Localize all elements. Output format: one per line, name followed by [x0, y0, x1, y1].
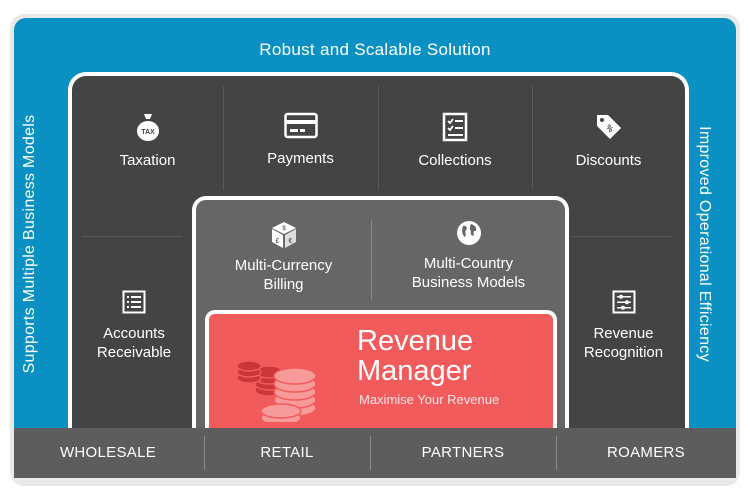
left-banner-label: Supports Multiple Business Models	[21, 114, 38, 374]
tax-bag-icon: TAX	[136, 114, 159, 141]
svg-text:€: €	[288, 238, 292, 245]
country-line2: Business Models	[411, 274, 526, 291]
right-banner-label: Improved Operational Efficiency	[696, 126, 713, 362]
segment-partners: PARTNERS	[421, 444, 505, 461]
segment-retail: RETAIL	[260, 444, 314, 461]
currency-line1: Multi-Currency	[234, 257, 333, 274]
core-title-line1: Revenue	[357, 325, 474, 357]
segment-roamers: ROAMERS	[607, 444, 685, 461]
module-discounts-label: Discounts	[575, 152, 642, 169]
module-taxation-label: Taxation	[119, 152, 176, 169]
accounts-line1: Accounts	[103, 325, 165, 342]
recognition-line1: Revenue	[593, 325, 654, 342]
checklist-icon	[442, 112, 468, 142]
module-collections-label: Collections	[418, 152, 492, 169]
module-taxation: TAX Taxation	[72, 112, 223, 169]
segment-wholesale: WHOLESALE	[59, 444, 157, 461]
module-revenue-recognition: Revenue Recognition	[562, 290, 685, 362]
module-payments-label: Payments	[267, 150, 334, 167]
segment-bar: WHOLESALE RETAIL PARTNERS ROAMERS	[14, 428, 736, 478]
currency-cube-icon: $ £ €	[271, 222, 296, 248]
revenue-manager-title: Revenue Manager	[357, 326, 473, 386]
core-title-line2: Manager	[357, 355, 472, 387]
divider	[82, 236, 182, 237]
accounts-line2: Receivable	[96, 344, 172, 361]
module-accounts-receivable: Accounts Receivable	[72, 290, 196, 362]
credit-card-icon	[283, 112, 318, 139]
globe-icon	[456, 221, 481, 245]
currency-line2: Billing	[263, 276, 304, 293]
coin-stacks-icon	[236, 360, 317, 422]
svg-text:£: £	[275, 238, 279, 245]
recognition-line2: Recognition	[583, 344, 664, 361]
module-collections: Collections	[378, 112, 532, 169]
list-icon	[122, 290, 146, 314]
price-tag-icon: %	[596, 115, 621, 139]
module-multi-country: Multi-Country Business Models	[372, 220, 565, 292]
tax-icon-label: TAX	[141, 129, 155, 136]
divider	[572, 236, 672, 237]
sliders-icon	[612, 290, 635, 314]
revenue-manager-core: Revenue Manager Maximise Your Revenue	[205, 310, 557, 434]
country-line1: Multi-Country	[423, 255, 514, 272]
module-payments: Payments	[223, 112, 378, 167]
module-discounts: % Discounts	[532, 112, 685, 169]
top-banner-title: Robust and Scalable Solution	[259, 40, 491, 59]
module-multi-currency: $ £ € Multi-Currency Billing	[196, 220, 371, 294]
revenue-manager-tagline: Maximise Your Revenue	[359, 392, 500, 407]
